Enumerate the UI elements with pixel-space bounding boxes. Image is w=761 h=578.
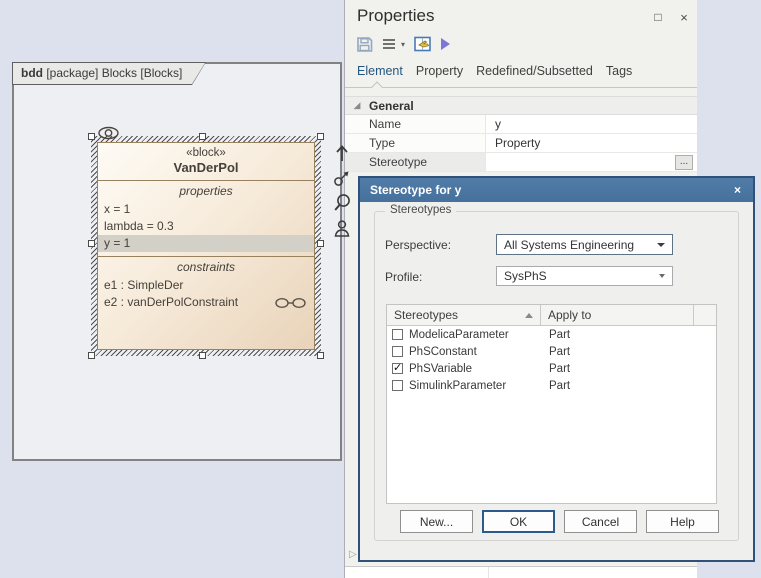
resize-handle[interactable] [199,352,206,359]
resize-handle[interactable] [317,240,324,247]
section-general[interactable]: ◢ General [345,96,697,115]
panel-title: Properties [357,6,434,26]
properties-compartment: properties x = 1 lambda = 0.3 y = 1 [98,181,314,257]
sort-ascending-icon [525,313,533,318]
perspective-label: Perspective: [385,238,451,252]
section-general-label: General [369,99,414,113]
stereotypes-groupbox: Stereotypes Perspective: All Systems Eng… [374,211,739,541]
block-header: «block» VanDerPol [98,143,314,181]
profile-value: SysPhS [504,269,547,283]
maximize-icon[interactable]: □ [650,10,666,24]
checkbox[interactable] [392,329,403,340]
properties-window-icon[interactable] [414,36,432,52]
tab-notch [371,81,382,92]
row-stereotype[interactable]: Stereotype ... [345,153,697,172]
person-icon[interactable] [333,219,351,238]
resize-handle[interactable] [317,133,324,140]
tab-redefined-subsetted[interactable]: Redefined/Subsetted [476,64,593,78]
resize-handle[interactable] [199,133,206,140]
column-spacer [694,305,716,325]
property-x[interactable]: x = 1 [98,201,314,218]
properties-grid: ◢ General Name y Type Property Stereotyp… [345,96,697,172]
stereotype-browse-button[interactable]: ... [675,155,693,170]
stereotype-dialog: Stereotype for y × Stereotypes Perspecti… [358,176,755,562]
column-stereotypes[interactable]: Stereotypes [387,305,541,325]
table-row[interactable]: PhSConstant Part [387,343,716,360]
checkbox-checked[interactable]: ✓ [392,363,403,374]
quick-link-icon[interactable] [333,168,351,188]
diagram-frame-label: bdd [package] Blocks [Blocks] [12,62,206,85]
perspective-combobox[interactable]: All Systems Engineering [496,234,673,255]
vanderpol-block[interactable]: «block» VanDerPol properties x = 1 lambd… [91,136,321,356]
constraints-compartment-label: constraints [98,260,314,277]
frame-keyword: bdd [21,66,43,80]
play-icon[interactable] [441,38,450,50]
checkbox[interactable] [392,346,403,357]
resize-handle[interactable] [88,133,95,140]
new-button[interactable]: New... [400,510,473,533]
table-header: Stereotypes Apply to [387,305,716,326]
dialog-close-icon[interactable]: × [734,178,741,202]
quick-toolbar [333,143,353,238]
block-stereotype: «block» [98,147,314,159]
property-lambda[interactable]: lambda = 0.3 [98,218,314,235]
row-stereotype-value[interactable]: ... [486,153,697,171]
perspective-value: All Systems Engineering [504,238,634,252]
profile-combobox[interactable]: SysPhS [496,266,673,286]
tab-element[interactable]: Element [357,64,403,78]
chevron-down-icon[interactable] [659,274,665,278]
row-name[interactable]: Name y [345,115,697,134]
close-icon[interactable]: × [676,10,692,25]
resize-handle[interactable] [317,352,324,359]
frame-label-text: [package] Blocks [Blocks] [43,66,182,80]
collapsed-section-expander-icon[interactable]: ▷ [349,549,357,560]
profile-label: Profile: [385,270,422,284]
constraints-compartment: constraints e1 : SimpleDer e2 : vanDerPo… [98,257,314,315]
dialog-buttons: New... OK Cancel Help [400,510,719,533]
dialog-titlebar[interactable]: Stereotype for y × [360,178,753,202]
block-name: VanDerPol [98,160,314,175]
row-type[interactable]: Type Property [345,134,697,153]
help-button[interactable]: Help [646,510,719,533]
tab-underline [345,87,697,88]
resize-handle[interactable] [88,352,95,359]
column-apply-to[interactable]: Apply to [541,305,694,325]
panel-toolbar: ▾ [356,33,450,55]
tab-property[interactable]: Property [416,64,463,78]
section-expander-icon[interactable]: ◢ [345,100,369,111]
table-row[interactable]: ✓ PhSVariable Part [387,360,716,377]
chevron-down-icon[interactable] [657,243,665,247]
save-icon[interactable] [356,36,373,53]
properties-compartment-label: properties [98,184,314,201]
menu-icon[interactable] [382,38,396,50]
groupbox-label: Stereotypes [385,204,456,216]
stereotype-table: Stereotypes Apply to ModelicaParameter P… [386,304,717,504]
table-row[interactable]: ModelicaParameter Part [387,326,716,343]
tab-tags[interactable]: Tags [606,64,632,78]
composite-indicator-icon [97,126,120,140]
cancel-button[interactable]: Cancel [564,510,637,533]
row-type-value[interactable]: Property [486,134,697,152]
resize-handle[interactable] [88,240,95,247]
row-name-label: Name [345,115,486,133]
menu-caret-icon[interactable]: ▾ [401,40,405,49]
property-y-selected[interactable]: y = 1 [98,235,314,252]
panel-tabs: Element Property Redefined/Subsetted Tag… [357,64,632,78]
magnifier-icon[interactable] [333,193,351,214]
constraint-e1[interactable]: e1 : SimpleDer [98,277,314,294]
row-stereotype-label: Stereotype [345,153,486,171]
dialog-title: Stereotype for y [370,183,461,197]
ok-button[interactable]: OK [482,510,555,533]
grid-bottom-strip [345,566,697,578]
row-type-label: Type [345,134,486,152]
up-arrow-icon[interactable] [333,143,351,163]
checkbox[interactable] [392,380,403,391]
table-row[interactable]: SimulinkParameter Part [387,377,716,394]
row-name-value[interactable]: y [486,115,697,133]
constraint-link-icon [275,297,306,309]
